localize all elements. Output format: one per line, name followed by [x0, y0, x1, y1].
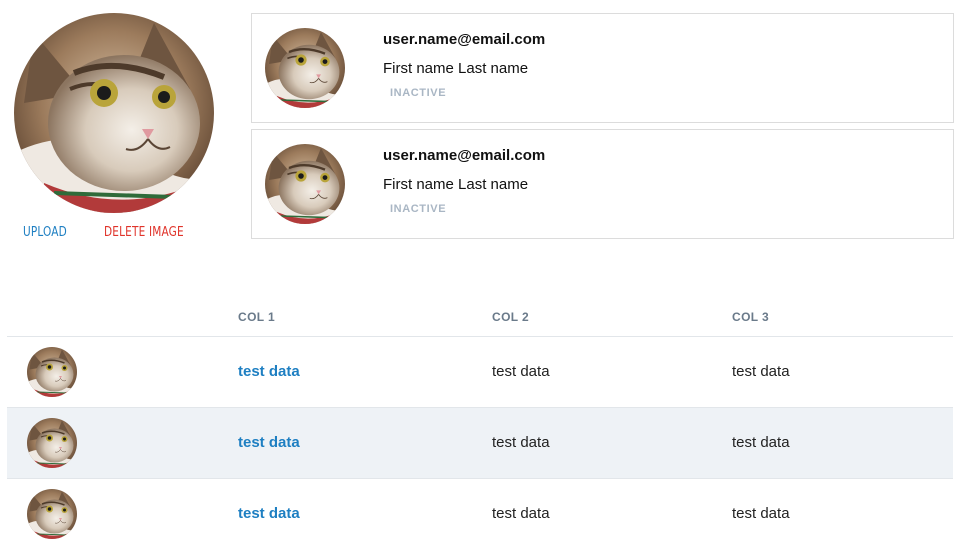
table-cell: test data — [732, 363, 790, 380]
row-link[interactable]: test data — [238, 505, 300, 522]
user-name: First name Last name — [383, 60, 529, 77]
table-row[interactable]: test data test data test data — [7, 479, 953, 549]
cat-photo-icon — [14, 13, 214, 213]
table-cell: test data — [732, 505, 790, 522]
data-table: COL 1 COL 2 COL 3 test data test data te… — [7, 300, 953, 549]
user-card[interactable]: user.name@email.com First name Last name… — [251, 13, 954, 123]
table-row[interactable]: test data test data test data — [7, 408, 953, 479]
cat-photo-icon — [27, 489, 77, 539]
avatar — [265, 28, 345, 108]
avatar — [27, 489, 77, 539]
table-cell: test data — [732, 434, 790, 451]
user-email: user.name@email.com — [383, 147, 546, 164]
status-badge: INACTIVE — [390, 203, 447, 215]
avatar — [27, 347, 77, 397]
user-name: First name Last name — [383, 176, 529, 193]
delete-image-button[interactable]: DELETE IMAGE — [104, 225, 184, 240]
profile-avatar — [14, 13, 214, 213]
column-header-col3[interactable]: COL 3 — [732, 310, 769, 324]
cat-photo-icon — [27, 418, 77, 468]
column-header-col1[interactable]: COL 1 — [238, 310, 275, 324]
avatar — [265, 144, 345, 224]
table-header: COL 1 COL 2 COL 3 — [7, 300, 953, 337]
status-badge: INACTIVE — [390, 87, 447, 99]
column-header-col2[interactable]: COL 2 — [492, 310, 529, 324]
table-cell: test data — [492, 434, 550, 451]
cat-photo-icon — [265, 28, 345, 108]
upload-button[interactable]: UPLOAD — [23, 225, 67, 240]
row-link[interactable]: test data — [238, 434, 300, 451]
row-link[interactable]: test data — [238, 363, 300, 380]
avatar — [27, 418, 77, 468]
table-row[interactable]: test data test data test data — [7, 337, 953, 408]
cat-photo-icon — [265, 144, 345, 224]
cat-photo-icon — [27, 347, 77, 397]
user-card[interactable]: user.name@email.com First name Last name… — [251, 129, 954, 239]
table-cell: test data — [492, 363, 550, 380]
user-email: user.name@email.com — [383, 31, 546, 48]
table-cell: test data — [492, 505, 550, 522]
